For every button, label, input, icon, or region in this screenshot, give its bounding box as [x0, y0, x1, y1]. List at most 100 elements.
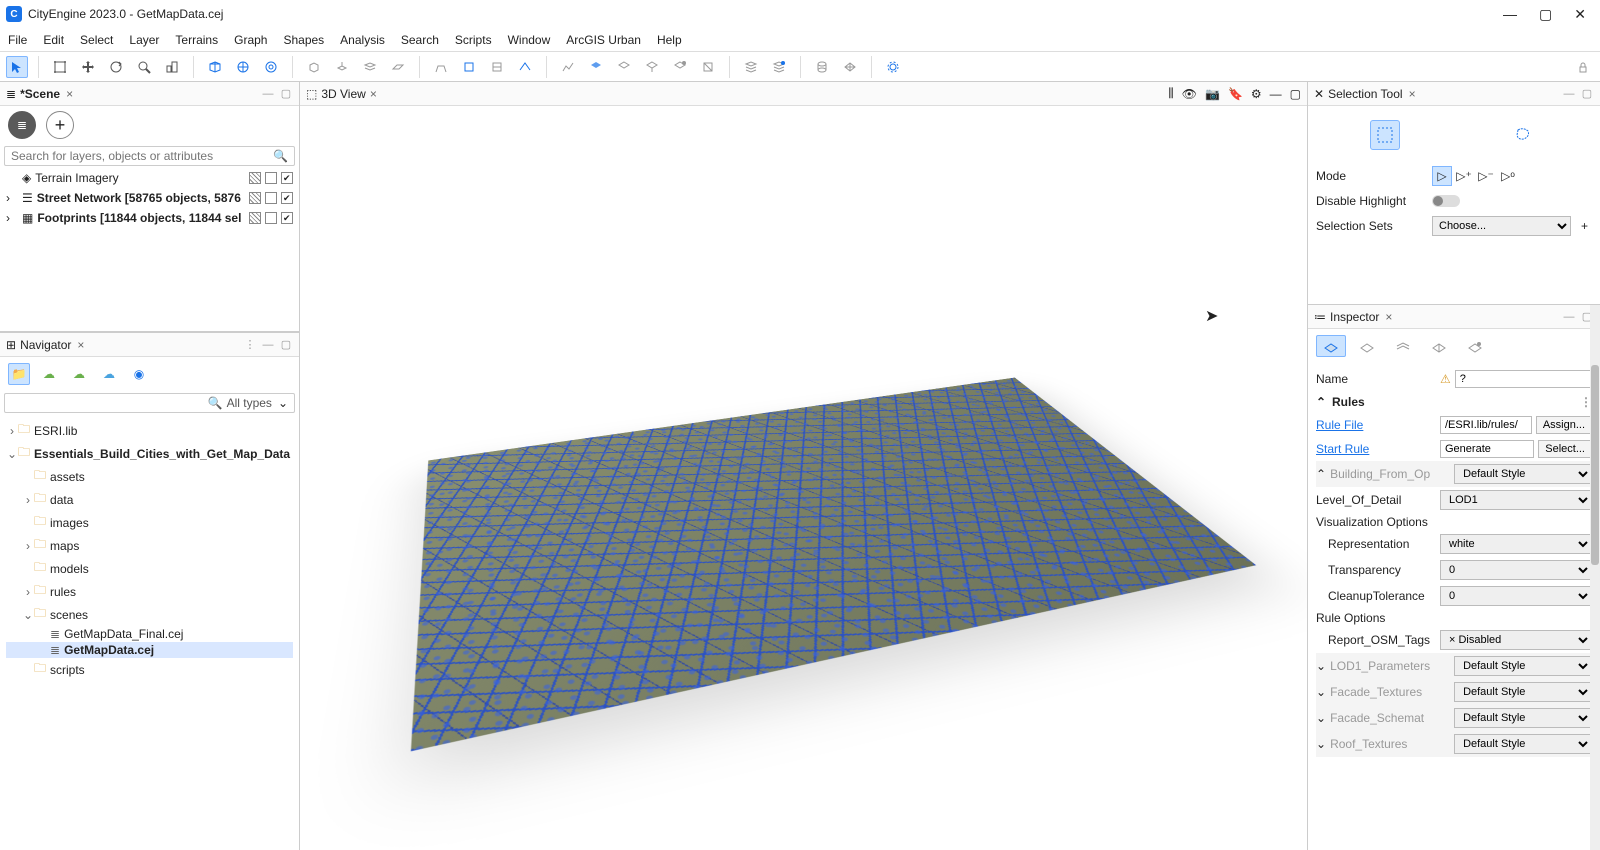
tree-node[interactable]: ≣GetMapData_Final.cej	[6, 626, 293, 642]
tree-node[interactable]: ⌄🗀Essentials_Build_Cities_with_Get_Map_D…	[6, 442, 293, 465]
menu-edit[interactable]: Edit	[43, 33, 64, 47]
mode-add-icon[interactable]: ▷⁺	[1454, 166, 1474, 186]
menu-graph[interactable]: Graph	[234, 33, 267, 47]
view-max-icon[interactable]: ▢	[1290, 87, 1301, 101]
navigator-close-icon[interactable]: ×	[77, 338, 84, 352]
disable-hl-toggle[interactable]	[1432, 195, 1460, 207]
roof-tex-collapse-icon[interactable]: ⌄	[1316, 737, 1326, 751]
tree-node[interactable]: 🗀scripts	[6, 658, 293, 681]
stack-tool1-icon[interactable]	[740, 56, 762, 78]
cylinder-tool-icon[interactable]	[811, 56, 833, 78]
insp-name-input[interactable]	[1455, 370, 1592, 388]
sel-min-icon[interactable]: —	[1562, 87, 1576, 101]
filter-dropdown-icon[interactable]: ⌄	[278, 396, 288, 410]
layer-checkbox[interactable]	[265, 192, 277, 204]
tree-node[interactable]: ›🗀data	[6, 488, 293, 511]
nav-cloud3-icon[interactable]: ☁	[98, 363, 120, 385]
layer-row[interactable]: ◈ Terrain Imagery	[0, 168, 299, 188]
target-tool-icon[interactable]	[260, 56, 282, 78]
analysis-tool5-icon[interactable]	[669, 56, 691, 78]
scene-close-icon[interactable]: ×	[66, 87, 73, 101]
search-icon[interactable]: 🔍	[273, 149, 288, 163]
edit-tool3-icon[interactable]	[486, 56, 508, 78]
tree-node[interactable]: ›🗀maps	[6, 534, 293, 557]
scene-max-icon[interactable]: ▢	[279, 87, 293, 101]
nav-db-icon[interactable]: ◉	[128, 363, 150, 385]
sel-close-icon[interactable]: ×	[1409, 87, 1416, 101]
building-style-select[interactable]: Default Style	[1454, 464, 1592, 484]
move-tool-icon[interactable]	[77, 56, 99, 78]
view-min-icon[interactable]: —	[1270, 87, 1282, 101]
sel-sets-add-icon[interactable]: +	[1577, 219, 1592, 233]
view-bookmark-icon[interactable]: 🔖	[1228, 87, 1243, 101]
assign-button[interactable]: Assign...	[1536, 416, 1592, 434]
menu-analysis[interactable]: Analysis	[340, 33, 385, 47]
nav-min-icon[interactable]: —	[261, 338, 275, 352]
mesh-tool-icon[interactable]	[839, 56, 861, 78]
zoom-tool-icon[interactable]	[133, 56, 155, 78]
inspector-title[interactable]: Inspector	[1330, 310, 1379, 324]
nav-link-icon[interactable]: ⋮	[243, 338, 257, 352]
compass-tool-icon[interactable]	[232, 56, 254, 78]
cleanup-select[interactable]: 0	[1440, 586, 1592, 606]
selection-panel-title[interactable]: Selection Tool	[1328, 87, 1403, 101]
nav-cloud2-icon[interactable]: ☁	[68, 363, 90, 385]
facade-schema-collapse-icon[interactable]: ⌄	[1316, 711, 1326, 725]
menu-window[interactable]: Window	[508, 33, 551, 47]
menu-arcgis-urban[interactable]: ArcGIS Urban	[566, 33, 641, 47]
menu-search[interactable]: Search	[401, 33, 439, 47]
lod1-collapse-icon[interactable]: ⌄	[1316, 659, 1326, 673]
transp-select[interactable]: 0	[1440, 560, 1592, 580]
layer-hatch-icon[interactable]	[249, 172, 261, 184]
layer-checkbox[interactable]	[281, 172, 293, 184]
lock-icon[interactable]	[1572, 56, 1594, 78]
repr-select[interactable]: white	[1440, 534, 1592, 554]
insp-tab5-icon[interactable]	[1460, 335, 1490, 357]
sel-mode-rect-icon[interactable]	[1370, 120, 1400, 150]
analysis-tool3-icon[interactable]	[613, 56, 635, 78]
layer-checkbox[interactable]	[281, 212, 293, 224]
analysis-tool6-icon[interactable]	[697, 56, 719, 78]
gear-tool-icon[interactable]	[882, 56, 904, 78]
edit-tool2-icon[interactable]	[458, 56, 480, 78]
report-osm-select[interactable]: × Disabled	[1440, 630, 1592, 650]
tree-node[interactable]: ›🗀ESRI.lib	[6, 419, 293, 442]
menu-terrains[interactable]: Terrains	[175, 33, 218, 47]
shape-extrude-icon[interactable]	[331, 56, 353, 78]
lod1-style-select[interactable]: Default Style	[1454, 656, 1592, 676]
facade-tex-select[interactable]: Default Style	[1454, 682, 1592, 702]
rule-file-input[interactable]	[1440, 416, 1532, 434]
scene-search-input[interactable]	[11, 149, 273, 163]
tree-node[interactable]: 🗀assets	[6, 465, 293, 488]
3dview-title[interactable]: 3D View	[321, 87, 365, 101]
tree-node[interactable]: 🗀images	[6, 511, 293, 534]
layer-row[interactable]: › ▦ Footprints [11844 objects, 11844 sel	[0, 208, 299, 228]
scene-min-icon[interactable]: —	[261, 87, 275, 101]
layer-hatch-icon[interactable]	[249, 192, 261, 204]
shape-plane-icon[interactable]	[387, 56, 409, 78]
select-tool-icon[interactable]	[6, 56, 28, 78]
rule-file-label[interactable]: Rule File	[1316, 418, 1436, 432]
analysis-tool1-icon[interactable]	[557, 56, 579, 78]
tree-node[interactable]: ≣GetMapData.cej	[6, 642, 293, 658]
menu-select[interactable]: Select	[80, 33, 113, 47]
menu-shapes[interactable]: Shapes	[283, 33, 324, 47]
shape-layers-icon[interactable]	[359, 56, 381, 78]
3dview-close-icon[interactable]: ×	[370, 87, 377, 101]
view-settings-icon[interactable]: ⚙	[1251, 87, 1262, 101]
nav-filter-input[interactable]: All types	[227, 396, 272, 410]
nav-max-icon[interactable]: ▢	[279, 338, 293, 352]
start-rule-input[interactable]	[1440, 440, 1534, 458]
view-eye-icon[interactable]: 👁	[1182, 87, 1197, 101]
stack-tool2-icon[interactable]	[768, 56, 790, 78]
sel-mode-lasso-icon[interactable]	[1508, 120, 1538, 150]
facade-tex-collapse-icon[interactable]: ⌄	[1316, 685, 1326, 699]
rules-collapse-icon[interactable]: ⌃	[1316, 395, 1326, 409]
mode-replace-icon[interactable]: ▷	[1432, 166, 1452, 186]
cube-tool-icon[interactable]	[204, 56, 226, 78]
maximize-button[interactable]: ▢	[1539, 6, 1552, 23]
view-bars-icon[interactable]: ⫼	[1168, 86, 1174, 101]
scene-panel-title[interactable]: *Scene	[20, 87, 60, 101]
layers-toggle-button[interactable]: ≣	[8, 111, 36, 139]
insp-tab1-icon[interactable]	[1316, 335, 1346, 357]
